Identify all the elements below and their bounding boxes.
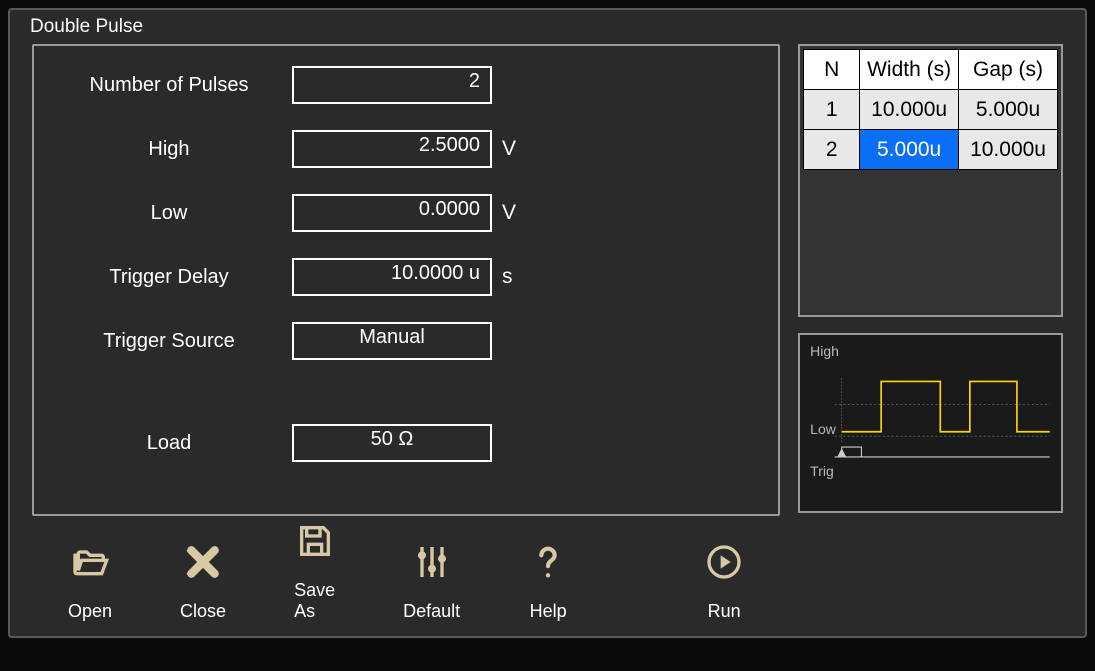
num-pulses-input[interactable]: 2 (292, 66, 492, 104)
trigger-source-select[interactable]: Manual (292, 322, 492, 360)
waveform-svg (810, 341, 1051, 505)
cell-width[interactable]: 5.000u (860, 130, 959, 170)
play-circle-icon (704, 542, 744, 587)
low-label: Low (64, 202, 274, 225)
trigger-delay-label: Trigger Delay (64, 266, 274, 289)
table-header-row: N Width (s) Gap (s) (804, 50, 1058, 90)
default-label: Default (403, 601, 460, 622)
load-row: Load 50 Ω (64, 424, 748, 462)
parameters-group: Number of Pulses 2 High 2.5000 V Low 0.0… (32, 44, 780, 516)
cell-n[interactable]: 1 (804, 90, 860, 130)
left-column: Number of Pulses 2 High 2.5000 V Low 0.0… (32, 44, 780, 622)
wave-high-label: High (810, 343, 839, 359)
trigger-delay-input[interactable]: 10.0000 u (292, 258, 492, 296)
pulse-table[interactable]: N Width (s) Gap (s) 110.000u5.000u25.000… (803, 49, 1058, 170)
high-unit: V (502, 137, 516, 161)
trigger-delay-unit: s (502, 265, 513, 289)
wave-trig-label: Trig (810, 463, 834, 479)
open-button[interactable]: Open (68, 542, 112, 622)
low-row: Low 0.0000 V (64, 194, 748, 232)
cell-gap[interactable]: 5.000u (959, 90, 1058, 130)
load-label: Load (64, 432, 274, 455)
default-button[interactable]: Default (403, 542, 460, 622)
low-unit: V (502, 201, 516, 225)
save-as-label: Save As (294, 580, 335, 622)
help-button[interactable]: Help (528, 542, 568, 622)
run-button[interactable]: Run (704, 542, 744, 622)
col-gap-header: Gap (s) (959, 50, 1058, 90)
trigger-source-row: Trigger Source Manual (64, 322, 748, 360)
table-row[interactable]: 110.000u5.000u (804, 90, 1058, 130)
save-icon (295, 521, 335, 566)
panel-title: Double Pulse (30, 16, 143, 38)
close-button[interactable]: Close (180, 542, 226, 622)
close-icon (183, 542, 223, 587)
toolbar: Open Close Save As (32, 516, 780, 622)
high-row: High 2.5000 V (64, 130, 748, 168)
waveform-preview: High Low Trig (798, 333, 1063, 513)
close-label: Close (180, 601, 226, 622)
save-as-button[interactable]: Save As (294, 521, 335, 622)
pulse-table-box: N Width (s) Gap (s) 110.000u5.000u25.000… (798, 44, 1063, 317)
cell-gap[interactable]: 10.000u (959, 130, 1058, 170)
high-input[interactable]: 2.5000 (292, 130, 492, 168)
col-n-header: N (804, 50, 860, 90)
run-label: Run (708, 601, 741, 622)
right-column: N Width (s) Gap (s) 110.000u5.000u25.000… (798, 44, 1063, 622)
sliders-icon (412, 542, 452, 587)
col-width-header: Width (s) (860, 50, 959, 90)
help-label: Help (530, 601, 567, 622)
content: Number of Pulses 2 High 2.5000 V Low 0.0… (10, 10, 1085, 636)
wave-low-label: Low (810, 421, 836, 437)
question-icon (528, 542, 568, 587)
num-pulses-label: Number of Pulses (64, 74, 274, 97)
open-label: Open (68, 601, 112, 622)
load-select[interactable]: 50 Ω (292, 424, 492, 462)
low-input[interactable]: 0.0000 (292, 194, 492, 232)
main-panel: Double Pulse Number of Pulses 2 High 2.5… (8, 8, 1087, 638)
trigger-delay-row: Trigger Delay 10.0000 u s (64, 258, 748, 296)
high-label: High (64, 138, 274, 161)
cell-width[interactable]: 10.000u (860, 90, 959, 130)
table-row[interactable]: 25.000u10.000u (804, 130, 1058, 170)
cell-n[interactable]: 2 (804, 130, 860, 170)
trigger-source-label: Trigger Source (64, 330, 274, 353)
num-pulses-row: Number of Pulses 2 (64, 66, 748, 104)
folder-open-icon (70, 542, 110, 587)
